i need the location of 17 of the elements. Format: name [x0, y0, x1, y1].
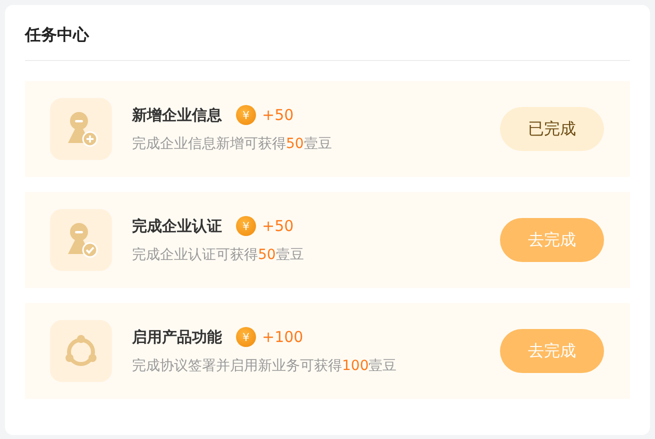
- task-button[interactable]: 已完成: [500, 107, 604, 151]
- coin-icon: ¥: [236, 105, 256, 125]
- task-description: 完成企业信息新增可获得50壹豆: [132, 135, 333, 153]
- task-description: 完成企业认证可获得50壹豆: [132, 246, 305, 264]
- reward-points: +50: [262, 217, 294, 235]
- task-name: 新增企业信息: [132, 106, 222, 124]
- reward-points: +50: [262, 106, 294, 124]
- task-name: 启用产品功能: [132, 328, 222, 346]
- panel-title: 任务中心: [25, 24, 90, 46]
- reward-points: +100: [262, 328, 304, 346]
- task-button[interactable]: 去完成: [500, 329, 604, 373]
- task-description: 完成协议签署并启用新业务可获得100壹豆: [132, 357, 398, 375]
- task-button[interactable]: 去完成: [500, 218, 604, 262]
- ring-nodes-icon: [63, 333, 99, 369]
- coin-icon: ¥: [236, 327, 256, 347]
- coin-icon: ¥: [236, 216, 256, 236]
- task-name: 完成企业认证: [132, 216, 222, 236]
